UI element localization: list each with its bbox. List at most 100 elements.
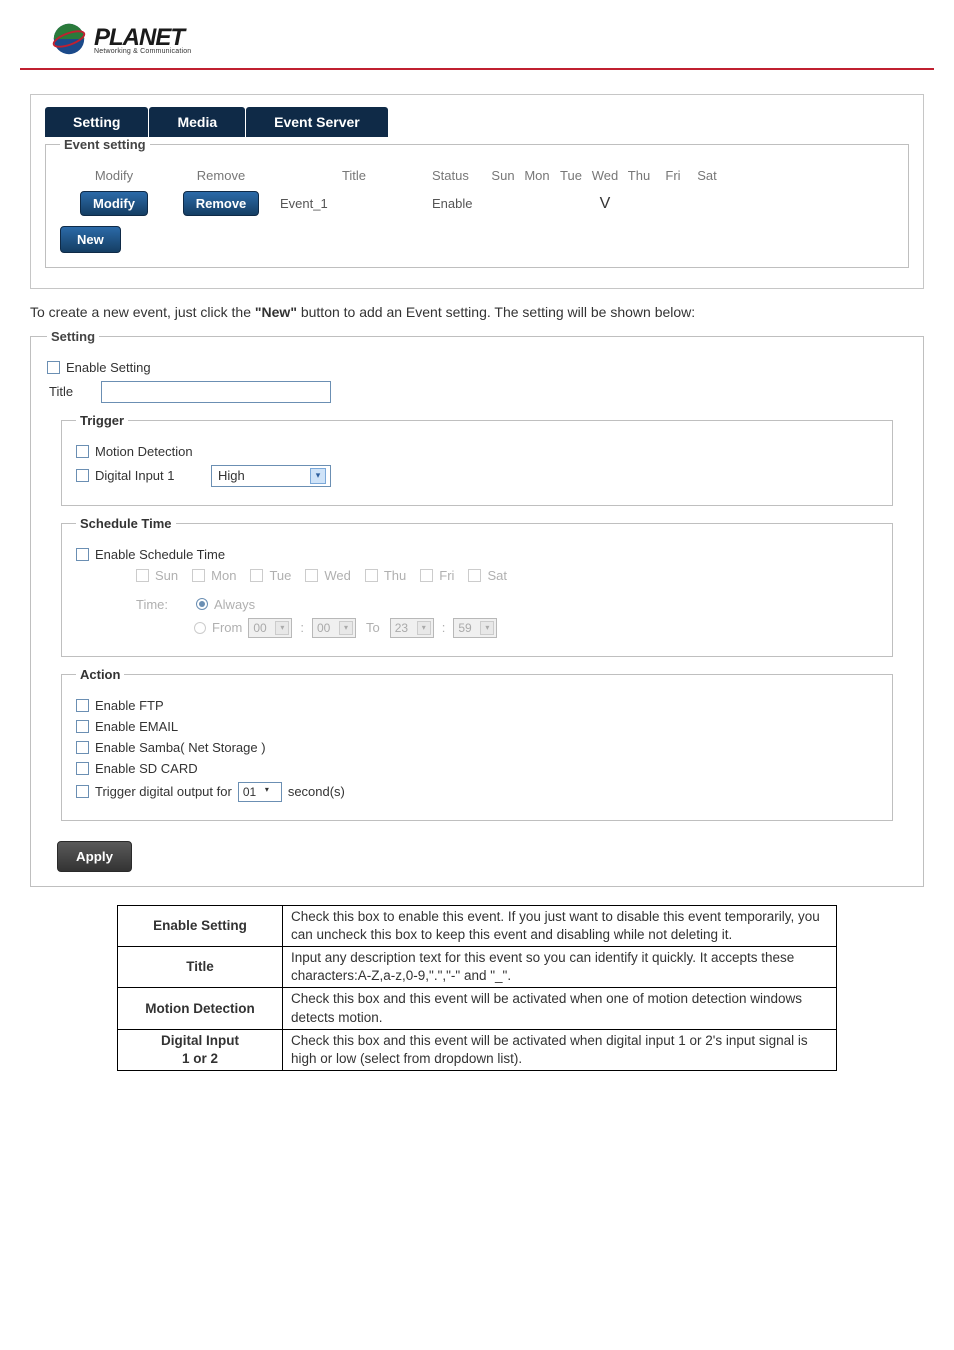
new-button[interactable]: New xyxy=(60,226,121,253)
sat-checkbox[interactable] xyxy=(468,569,481,582)
row3-header: Motion Detection xyxy=(118,988,283,1029)
to-hour-select[interactable]: 23▾ xyxy=(390,618,434,638)
to-min-select[interactable]: 59▾ xyxy=(453,618,497,638)
chevron-down-icon: ▾ xyxy=(480,621,494,635)
trigger-do-pre: Trigger digital output for xyxy=(95,784,232,799)
always-label: Always xyxy=(214,597,255,612)
trigger-do-post: second(s) xyxy=(288,784,345,799)
from-radio[interactable] xyxy=(194,622,206,634)
mon-label: Mon xyxy=(211,568,236,583)
from-hour-select[interactable]: 00 ▾ xyxy=(248,618,292,638)
action-legend: Action xyxy=(76,667,124,682)
sat-label: Sat xyxy=(487,568,507,583)
trigger-legend: Trigger xyxy=(76,413,128,428)
schedule-legend: Schedule Time xyxy=(76,516,176,531)
enable-schedule-checkbox[interactable] xyxy=(76,548,89,561)
trigger-do-value: 01 xyxy=(243,785,256,799)
col-sat: Sat xyxy=(690,168,724,183)
setting-legend: Setting xyxy=(47,329,99,344)
title-input[interactable] xyxy=(101,381,331,403)
chevron-down-icon: ▾ xyxy=(265,785,279,799)
sd-checkbox[interactable] xyxy=(76,762,89,775)
row-wed: V xyxy=(588,195,622,213)
row-status: Enable xyxy=(432,196,486,211)
event-setting-group: Event setting Modify Remove Title Status… xyxy=(45,137,909,268)
col-thu: Thu xyxy=(622,168,656,183)
fri-label: Fri xyxy=(439,568,454,583)
mon-checkbox[interactable] xyxy=(192,569,205,582)
row1-header: Enable Setting xyxy=(118,905,283,946)
di1-checkbox[interactable] xyxy=(76,469,89,482)
logo-text-block: PLANET Networking & Communication xyxy=(94,24,191,55)
email-label: Enable EMAIL xyxy=(95,719,178,734)
from-min-value: 00 xyxy=(317,621,330,635)
remove-button[interactable]: Remove xyxy=(183,191,260,216)
event-panel: Setting Media Event Server Event setting… xyxy=(30,94,924,289)
tab-event-server[interactable]: Event Server xyxy=(246,107,388,137)
tab-media[interactable]: Media xyxy=(149,107,245,137)
enable-schedule-label: Enable Schedule Time xyxy=(95,547,225,562)
title-label: Title xyxy=(49,384,95,399)
schedule-group: Schedule Time Enable Schedule Time Sun M… xyxy=(61,516,893,657)
instruction-text: To create a new event, just click the "N… xyxy=(30,303,924,323)
email-checkbox[interactable] xyxy=(76,720,89,733)
trigger-group: Trigger Motion Detection Digital Input 1… xyxy=(61,413,893,506)
thu-checkbox[interactable] xyxy=(365,569,378,582)
row-title: Event_1 xyxy=(276,196,432,211)
trigger-do-select[interactable]: 01 ▾ xyxy=(238,782,282,802)
time-label: Time: xyxy=(136,597,190,612)
ftp-checkbox[interactable] xyxy=(76,699,89,712)
row1-text: Check this box to enable this event. If … xyxy=(283,905,837,946)
brand-tagline: Networking & Communication xyxy=(94,48,191,55)
fri-checkbox[interactable] xyxy=(420,569,433,582)
samba-checkbox[interactable] xyxy=(76,741,89,754)
from-label: From xyxy=(212,620,242,635)
modify-button[interactable]: Modify xyxy=(80,191,148,216)
col-mon: Mon xyxy=(520,168,554,183)
trigger-do-checkbox[interactable] xyxy=(76,785,89,798)
setting-group: Setting Enable Setting Title Trigger Mot… xyxy=(30,329,924,887)
col-status: Status xyxy=(432,168,486,183)
row3-text: Check this box and this event will be ac… xyxy=(283,988,837,1029)
always-radio[interactable] xyxy=(196,598,208,610)
chevron-down-icon: ▾ xyxy=(417,621,431,635)
to-label: To xyxy=(366,620,380,635)
di1-select[interactable]: High▾ xyxy=(211,465,331,487)
wed-checkbox[interactable] xyxy=(305,569,318,582)
planet-logo-icon xyxy=(50,20,88,58)
chevron-down-icon: ▾ xyxy=(275,621,289,635)
sun-label: Sun xyxy=(155,568,178,583)
di1-value: High xyxy=(218,468,245,483)
divider xyxy=(20,68,934,70)
tab-setting[interactable]: Setting xyxy=(45,107,148,137)
motion-label: Motion Detection xyxy=(95,444,193,459)
enable-setting-checkbox[interactable] xyxy=(47,361,60,374)
tab-bar: Setting Media Event Server xyxy=(45,107,909,137)
col-wed: Wed xyxy=(588,168,622,183)
tue-checkbox[interactable] xyxy=(250,569,263,582)
row2-text: Input any description text for this even… xyxy=(283,947,837,988)
col-tue: Tue xyxy=(554,168,588,183)
from-min-select[interactable]: 00 ▾ xyxy=(312,618,356,638)
samba-label: Enable Samba( Net Storage ) xyxy=(95,740,266,755)
sd-label: Enable SD CARD xyxy=(95,761,198,776)
action-group: Action Enable FTP Enable EMAIL Enable Sa… xyxy=(61,667,893,821)
col-sun: Sun xyxy=(486,168,520,183)
sun-checkbox[interactable] xyxy=(136,569,149,582)
col-fri: Fri xyxy=(656,168,690,183)
apply-button[interactable]: Apply xyxy=(57,841,132,872)
thu-label: Thu xyxy=(384,568,406,583)
logo: PLANET Networking & Communication xyxy=(20,20,934,58)
di1-label: Digital Input 1 xyxy=(95,468,205,483)
tue-label: Tue xyxy=(269,568,291,583)
motion-checkbox[interactable] xyxy=(76,445,89,458)
chevron-down-icon: ▾ xyxy=(339,621,353,635)
col-title: Title xyxy=(276,168,432,183)
from-hour-value: 00 xyxy=(253,621,266,635)
row2-header: Title xyxy=(118,947,283,988)
description-table: Enable SettingCheck this box to enable t… xyxy=(117,905,837,1072)
col-modify: Modify xyxy=(62,168,166,183)
row4-header: Digital Input 1 or 2 xyxy=(118,1029,283,1070)
enable-setting-label: Enable Setting xyxy=(66,360,151,375)
row4-text: Check this box and this event will be ac… xyxy=(283,1029,837,1070)
